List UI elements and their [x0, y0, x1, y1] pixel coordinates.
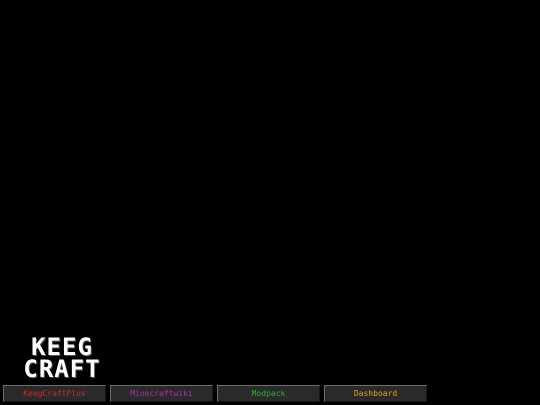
keegcraftplus-button[interactable]: KeegCraftPlus [2, 384, 107, 403]
minecraftwiki-button-label: Minecraftwiki [130, 389, 193, 398]
dashboard-button-label: Dashboard [353, 389, 398, 398]
minecraftwiki-button[interactable]: Minecraftwiki [109, 384, 214, 403]
logo-line-craft: CRAFT [23, 355, 101, 383]
modpack-button-label: Modpack [251, 389, 286, 398]
keegcraftplus-button-label: KeegCraftPlus [23, 389, 86, 398]
modpack-button[interactable]: Modpack [216, 384, 321, 403]
game-screen: { "logo": { "line1": "KEEG", "line2": "C… [0, 0, 540, 405]
bottom-button-bar: KeegCraftPlus Minecraftwiki Modpack Dash… [2, 384, 428, 403]
keegcraft-logo: KEEG CRAFT [20, 335, 104, 381]
dashboard-button[interactable]: Dashboard [323, 384, 428, 403]
